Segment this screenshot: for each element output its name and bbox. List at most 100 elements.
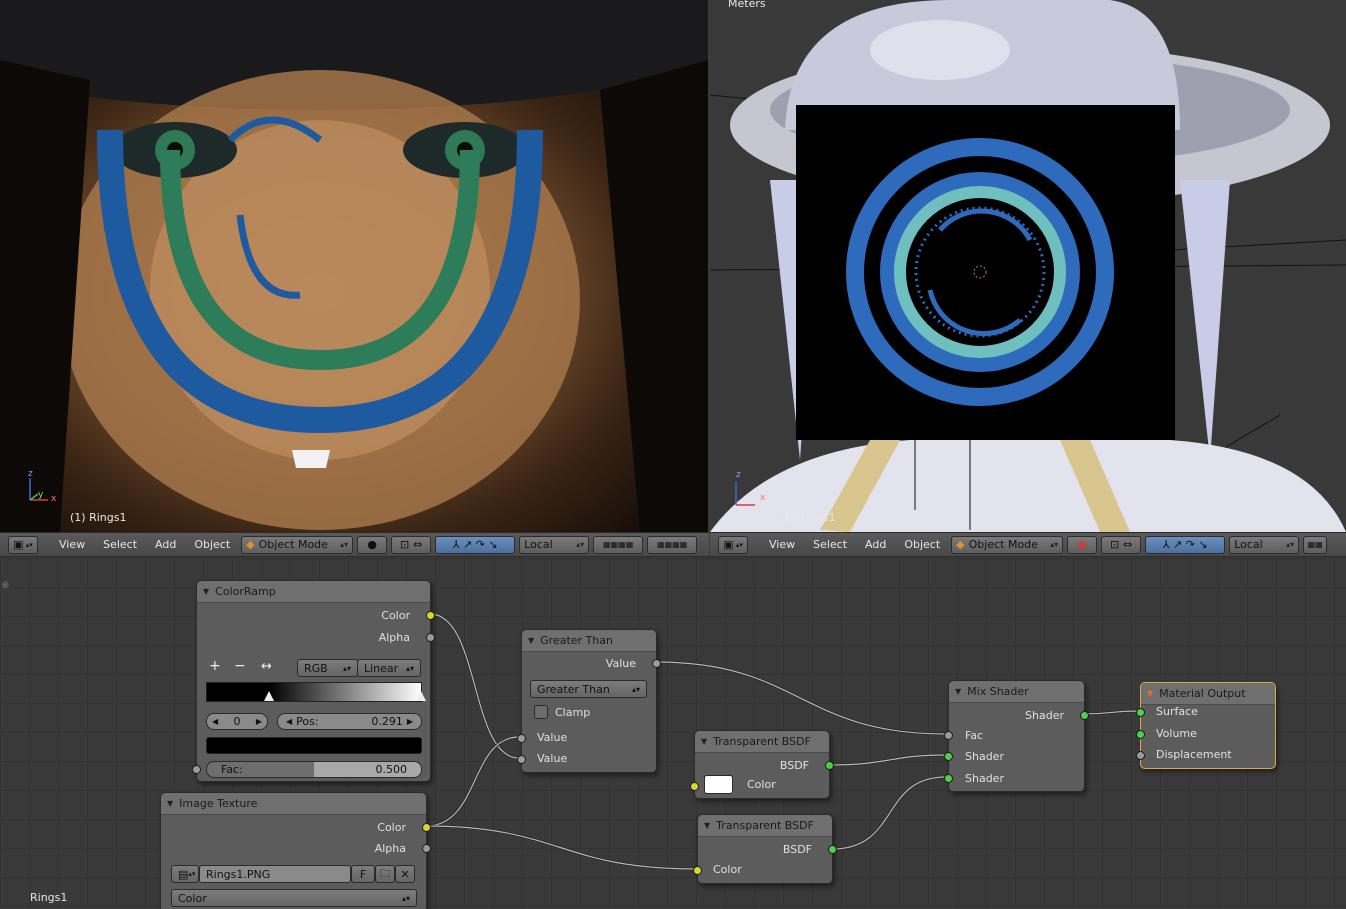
- axis-z-label: z: [28, 469, 33, 479]
- menu-select[interactable]: Select: [806, 538, 854, 551]
- pivot-select[interactable]: ⊡ ⇔: [1101, 535, 1142, 554]
- input-fac-socket[interactable]: [192, 765, 201, 774]
- input-color-socket[interactable]: [693, 866, 702, 875]
- output-color-socket[interactable]: [426, 611, 435, 620]
- manipulator-icon: ⇔: [1123, 538, 1133, 551]
- transparent-bsdf-node-1[interactable]: ▼ Transparent BSDF BSDF Color: [690, 730, 834, 799]
- menu-view[interactable]: View: [52, 538, 92, 551]
- node-header[interactable]: ▼ Greater Than: [522, 630, 656, 652]
- stop-color-swatch[interactable]: [206, 737, 422, 754]
- operation-select[interactable]: Greater Than ▴▾: [530, 680, 647, 698]
- node-header[interactable]: ▼ Image Texture: [161, 793, 426, 815]
- output-bsdf-socket[interactable]: [825, 761, 834, 770]
- orientation-select[interactable]: Local ▴▾: [519, 535, 590, 554]
- object-label: (1) Rings1: [70, 511, 127, 524]
- output-color-socket[interactable]: [422, 823, 431, 832]
- shading-select[interactable]: ◉: [1067, 535, 1098, 554]
- output-bsdf-socket[interactable]: [828, 845, 837, 854]
- menu-add[interactable]: Add: [858, 538, 893, 551]
- material-output-node[interactable]: ▼ Material Output Surface Volume Displace…: [1136, 682, 1276, 769]
- render-viewport[interactable]: z y x (1) Rings1: [0, 0, 708, 532]
- greater-than-node[interactable]: ▼ Greater Than Value Greater Than ▴▾ Clamp…: [517, 629, 661, 773]
- node-header[interactable]: ▼ Transparent BSDF: [695, 731, 829, 753]
- interpolation-select[interactable]: Linear ▴▾: [357, 659, 421, 677]
- color-swatch[interactable]: [704, 775, 733, 794]
- color-mode-select[interactable]: RGB ▴▾: [297, 659, 358, 677]
- input-volume-socket[interactable]: [1136, 730, 1145, 739]
- menu-select[interactable]: Select: [96, 538, 144, 551]
- input-fac-socket[interactable]: [944, 731, 953, 740]
- transparent-bsdf-node-2[interactable]: ▼ Transparent BSDF BSDF Color: [693, 814, 837, 884]
- node-header[interactable]: ▼ Mix Shader: [949, 681, 1084, 703]
- input-value-socket-1[interactable]: [517, 734, 526, 743]
- input-value-label-2: Value: [537, 752, 568, 765]
- layers-grid[interactable]: ▦▦▦▦: [593, 535, 644, 554]
- collapse-icon[interactable]: ▼: [167, 799, 173, 808]
- fac-slider[interactable]: Fac: 0.500: [206, 761, 422, 778]
- output-value-socket[interactable]: [652, 659, 661, 668]
- node-editor[interactable]: ⊕ ▼ ColorRamp Color Alpha + − ↔ RGB ▴▾ Lin…: [0, 558, 1346, 909]
- collapse-icon[interactable]: ▼: [704, 821, 710, 830]
- object-label: (1) Rings1: [779, 511, 836, 524]
- input-shader-socket-2[interactable]: [944, 774, 953, 783]
- image-name-field[interactable]: Rings1.PNG: [199, 865, 351, 883]
- output-value-label: Value: [605, 657, 636, 670]
- output-shader-socket[interactable]: [1080, 711, 1089, 720]
- color-ramp-gradient[interactable]: [206, 682, 426, 702]
- mix-shader-node[interactable]: ▼ Mix Shader Shader Fac Shader Shader: [944, 680, 1089, 792]
- mode-select[interactable]: ◆ Object Mode ▴▾: [951, 535, 1064, 554]
- node-header[interactable]: ▼ Material Output: [1141, 683, 1275, 705]
- manipulator-buttons[interactable]: ⅄ ↗ ↷ ↘: [1145, 535, 1226, 554]
- output-color-label: Color: [377, 821, 406, 834]
- add-stop-button[interactable]: +: [209, 658, 221, 674]
- axis-z-label: z: [736, 470, 741, 480]
- input-surface-socket[interactable]: [1136, 708, 1145, 717]
- collapse-icon[interactable]: ▼: [701, 737, 707, 746]
- fake-user-button[interactable]: F: [351, 865, 375, 883]
- collapse-icon[interactable]: ▼: [955, 687, 961, 696]
- clamp-checkbox[interactable]: [534, 705, 548, 719]
- node-header[interactable]: ▼ Transparent BSDF: [698, 815, 832, 837]
- layers-grid[interactable]: ▦▦: [1303, 535, 1328, 554]
- node-header[interactable]: ▼ ColorRamp: [197, 581, 430, 603]
- menu-add[interactable]: Add: [148, 538, 183, 551]
- shading-select[interactable]: ●: [357, 535, 388, 554]
- collapse-icon[interactable]: ▼: [528, 636, 534, 645]
- units-label: Meters: [728, 0, 766, 10]
- object-mode-icon: ◆: [246, 538, 255, 551]
- collapse-icon[interactable]: ▼: [1147, 689, 1153, 698]
- input-volume-label: Volume: [1156, 727, 1197, 740]
- orientation-select[interactable]: Local ▴▾: [1229, 535, 1300, 554]
- collapse-icon[interactable]: ▼: [203, 587, 209, 596]
- image-browse-button[interactable]: ▤ ▴▾: [171, 865, 199, 883]
- editor-type-button[interactable]: ▣ ▴▾: [8, 535, 38, 554]
- mode-select[interactable]: ◆ Object Mode ▴▾: [241, 535, 354, 554]
- image-texture-node[interactable]: ▼ Image Texture Color Alpha ▤ ▴▾ Rings1.PN…: [160, 792, 431, 909]
- unlink-image-button[interactable]: ✕: [395, 865, 415, 883]
- input-value-socket-2[interactable]: [517, 755, 526, 764]
- stop-index-field[interactable]: ◀ 0 ▶: [206, 713, 268, 730]
- editor-type-button[interactable]: ▣ ▴▾: [718, 535, 748, 554]
- output-alpha-socket[interactable]: [422, 844, 431, 853]
- input-displacement-socket[interactable]: [1136, 751, 1145, 760]
- ramp-stop-handle[interactable]: [264, 691, 275, 701]
- flip-ramp-button[interactable]: ↔: [261, 659, 272, 674]
- stop-pos-field[interactable]: ◀ Pos: 0.291 ▶: [277, 713, 422, 730]
- menu-object[interactable]: Object: [187, 538, 237, 551]
- remove-stop-button[interactable]: −: [234, 658, 246, 674]
- add-node-icon[interactable]: ⊕: [1, 580, 9, 591]
- 3d-viewport[interactable]: Meters z x (1) Rings1: [710, 0, 1346, 532]
- manipulator-icon: ⇔: [413, 538, 423, 551]
- color-space-select[interactable]: Color ▴▾: [171, 889, 417, 907]
- manipulator-buttons[interactable]: ⅄ ↗ ↷ ↘: [435, 535, 516, 554]
- pivot-select[interactable]: ⊡ ⇔: [391, 535, 432, 554]
- input-color-socket[interactable]: [690, 782, 699, 791]
- menu-view[interactable]: View: [762, 538, 802, 551]
- layers-grid-2[interactable]: ▦▦▦▦: [647, 535, 698, 554]
- menu-object[interactable]: Object: [897, 538, 947, 551]
- input-shader-socket-1[interactable]: [944, 752, 953, 761]
- colorramp-node[interactable]: ▼ ColorRamp Color Alpha + − ↔ RGB ▴▾ Linea…: [192, 580, 435, 782]
- ramp-stop-handle-white[interactable]: [416, 691, 426, 701]
- output-alpha-socket[interactable]: [426, 633, 435, 642]
- open-image-button[interactable]: 🗀: [375, 865, 395, 883]
